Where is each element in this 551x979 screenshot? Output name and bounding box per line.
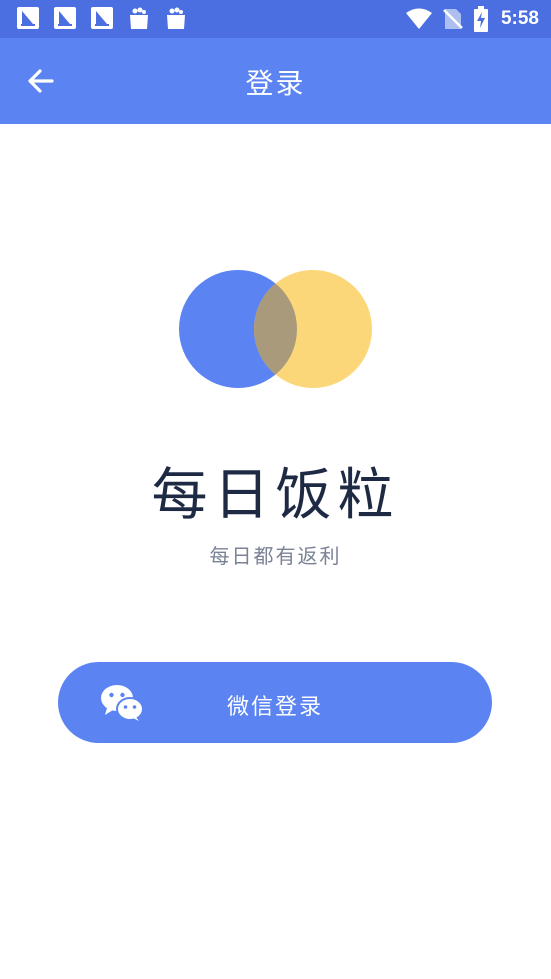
wechat-login-label: 微信登录 bbox=[226, 695, 323, 720]
shopping-bag-icon bbox=[130, 7, 148, 29]
battery-charging-icon bbox=[473, 6, 488, 32]
wechat-login-button[interactable]: 微信登录 bbox=[58, 662, 492, 743]
no-sim-icon bbox=[443, 9, 463, 29]
sailboat-app-icon bbox=[54, 7, 76, 29]
page-title: 登录 bbox=[245, 67, 306, 100]
app-slogan: 每日都有返利 bbox=[209, 544, 342, 568]
sailboat-app-icon bbox=[17, 7, 39, 29]
toolbar: 登录 bbox=[0, 38, 551, 124]
app-name: 每日饭粒 bbox=[151, 463, 400, 528]
shopping-bag-icon bbox=[167, 7, 185, 29]
system-icons: 5:58 bbox=[405, 4, 539, 34]
status-time: 5:58 bbox=[500, 8, 539, 29]
status-bar: 5:58 bbox=[0, 0, 551, 38]
wifi-icon bbox=[405, 8, 432, 29]
app-logo bbox=[179, 270, 372, 388]
notification-icons bbox=[16, 6, 188, 30]
sailboat-app-icon bbox=[91, 7, 113, 29]
login-screen: 5:58 登录 每日饭粒 每日都有返利 微信登录 bbox=[0, 0, 551, 979]
